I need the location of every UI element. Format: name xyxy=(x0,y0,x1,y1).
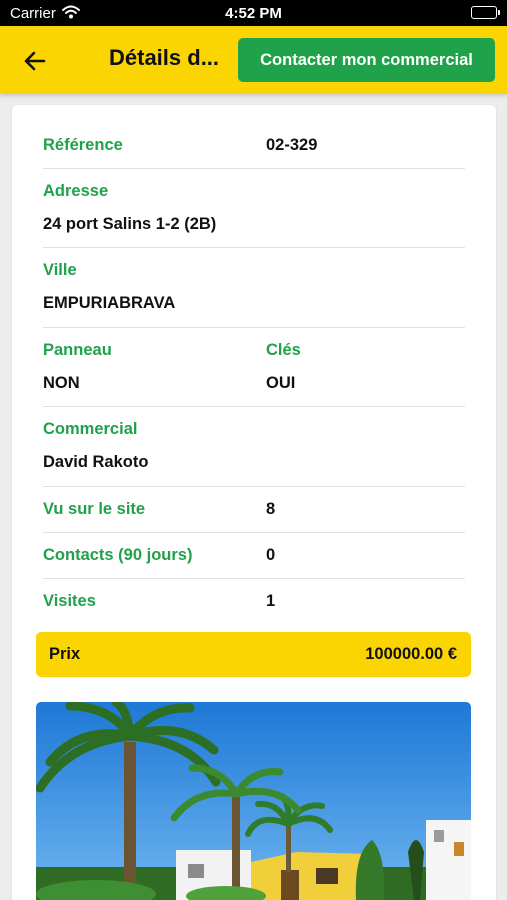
contact-salesperson-button[interactable]: Contacter mon commercial xyxy=(238,38,495,82)
divider xyxy=(43,247,465,248)
keys-value: OUI xyxy=(266,374,296,392)
contacts-label: Contacts (90 jours) xyxy=(43,546,193,564)
reference-label: Référence xyxy=(43,136,123,154)
divider xyxy=(43,486,465,487)
price-bar: Prix 100000.00 € xyxy=(36,632,471,677)
property-photo-image xyxy=(36,702,471,900)
city-label: Ville xyxy=(43,261,77,279)
visits-label: Visites xyxy=(43,592,96,610)
page-title: Détails d... xyxy=(109,45,220,70)
keys-label: Clés xyxy=(266,341,301,359)
arrow-left-icon xyxy=(24,51,46,71)
divider xyxy=(43,327,465,328)
site-views-label: Vu sur le site xyxy=(43,500,146,518)
price-value: 100000.00 € xyxy=(365,645,457,663)
battery-icon xyxy=(471,6,500,19)
salesperson-label: Commercial xyxy=(43,420,138,438)
address-value: 24 port Salins 1-2 (2B) xyxy=(43,215,217,233)
app-header: Détails d... Contacter mon commercial xyxy=(0,26,507,94)
divider xyxy=(43,578,465,579)
sign-label: Panneau xyxy=(43,341,112,359)
divider xyxy=(43,532,465,533)
contacts-value: 0 xyxy=(266,546,276,564)
back-button[interactable] xyxy=(18,44,52,78)
divider xyxy=(43,406,465,407)
price-label: Prix xyxy=(49,645,81,663)
status-bar: Carrier 4:52 PM xyxy=(0,0,507,26)
divider xyxy=(43,168,465,169)
city-value: EMPURIABRAVA xyxy=(43,294,176,312)
address-label: Adresse xyxy=(43,182,109,200)
status-time: 4:52 PM xyxy=(225,5,282,22)
sign-value: NON xyxy=(43,374,80,392)
reference-value: 02-329 xyxy=(266,136,318,154)
visits-value: 1 xyxy=(266,592,276,610)
property-photo[interactable] xyxy=(36,702,471,900)
salesperson-value: David Rakoto xyxy=(43,453,149,471)
site-views-value: 8 xyxy=(266,500,276,518)
